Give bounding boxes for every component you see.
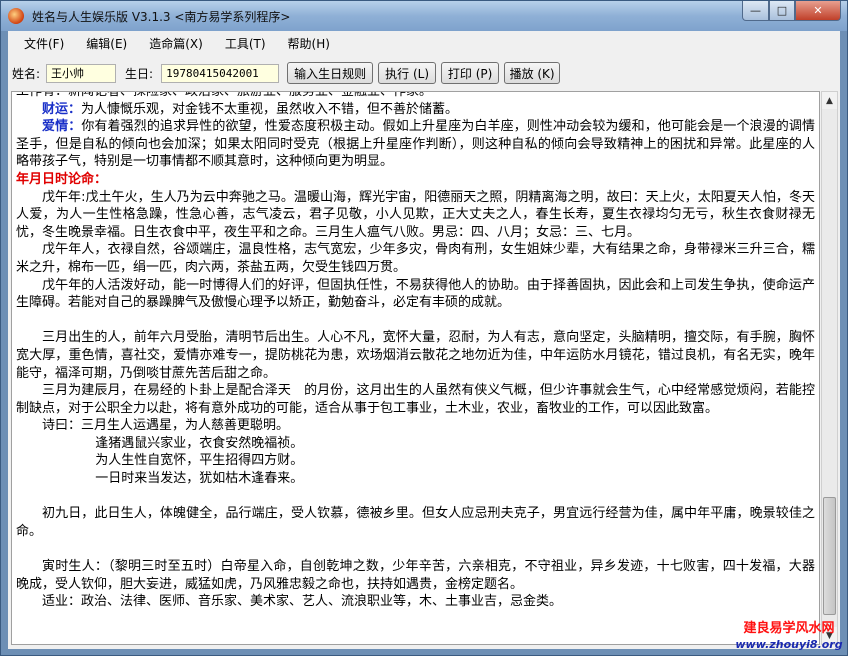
watermark-title: 建良易学风水网 (743, 621, 835, 636)
run-button[interactable]: 执行 (L) (378, 62, 437, 84)
window-title: 姓名与人生娱乐版 V3.1.3 <南方易学系列程序> (32, 9, 291, 24)
play-button[interactable]: 播放 (K) (504, 62, 561, 84)
love-label: 爱情： (42, 119, 82, 135)
wealth-text: 为人慷慨乐观，对金钱不太重视，虽然收入不错，但不善於储蓄。 (81, 101, 459, 117)
watermark-url: www.zhouyi8.org (735, 638, 843, 651)
watermark: 建良易学风水网 www.zhouyi8.org (731, 621, 847, 655)
birth-rule-button[interactable]: 输入生日规则 (287, 62, 374, 84)
menu-file[interactable]: 文件(F) (16, 35, 72, 52)
app-icon (8, 8, 24, 24)
maximize-icon: □ (776, 4, 788, 17)
occupation-line: 工作有：新闻记者、探险家、政治家、旅游业、服务业、金融业、作家。 (16, 91, 433, 99)
poem-line: 逢猪遇鼠兴家业，衣食安然晚福祯。 (95, 435, 304, 451)
poem-line: 诗曰：三月生人运遇星，为人慈善更聪明。 (42, 418, 290, 434)
print-button[interactable]: 打印 (P) (441, 62, 500, 84)
paragraph-hour: 寅时生人：（黎明三时至五时）白帝星入命，自创乾坤之数，少年辛苦，六亲相克，不守祖… (16, 559, 815, 592)
window-controls: — □ ✕ (742, 1, 841, 21)
result-text-area[interactable]: 工作有：新闻记者、探险家、政治家、旅游业、服务业、金融业、作家。 财运：为人慷慨… (11, 91, 820, 645)
close-button[interactable]: ✕ (795, 1, 841, 21)
paragraph-career: 适业：政治、法律、医师、音乐家、美术家、艺人、流浪职业等，木、土事业吉，忌金类。 (42, 594, 563, 610)
paragraph-month-2: 三月为建辰月，在易经的卜卦上是配合泽天 的月份，这月出生的人虽然有侠义气概，但少… (16, 383, 815, 416)
name-input[interactable]: 王小帅 (46, 63, 117, 83)
menu-fate[interactable]: 造命篇(X) (141, 35, 211, 52)
poem-line: 一日时来当发达，犹如枯木逢春来。 (95, 471, 304, 487)
name-label: 姓名: (12, 66, 41, 81)
minimize-icon: — (750, 4, 761, 17)
client-area: 文件(F) 编辑(E) 造命篇(X) 工具(T) 帮助(H) 姓名: 王小帅 生… (8, 31, 840, 649)
menu-help[interactable]: 帮助(H) (280, 35, 338, 52)
love-text: 你有着强烈的追求异性的欲望，性爱态度积极主动。假如上升星座为白羊座，则性冲动会较… (16, 119, 815, 170)
paragraph-year-3: 戊午年的人活泼好动，能一时博得人们的好评，但固执任性，不易获得他人的协助。由于择… (16, 277, 815, 311)
scroll-thumb[interactable] (823, 497, 836, 615)
maximize-button[interactable]: □ (769, 1, 795, 21)
minimize-button[interactable]: — (742, 1, 769, 21)
paragraph-day: 初九日，此日生人，体魄健全，品行端庄，受人钦慕，德被乡里。但女人应忌刑夫克子，男… (16, 506, 815, 539)
scroll-up-button[interactable]: ▲ (822, 92, 837, 109)
wealth-paragraph: 财运：为人慷慨乐观，对金钱不太重视，虽然收入不错，但不善於储蓄。 (16, 101, 815, 119)
menu-bar: 文件(F) 编辑(E) 造命篇(X) 工具(T) 帮助(H) (8, 31, 840, 55)
app-window: 姓名与人生娱乐版 V3.1.3 <南方易学系列程序> — □ ✕ 文件(F) 编… (0, 0, 848, 656)
wealth-label: 财运： (42, 101, 82, 117)
birth-input[interactable]: 19780415042001 (161, 63, 280, 83)
vertical-scrollbar[interactable]: ▲ ▼ (821, 91, 838, 645)
paragraph-month: 三月出生的人，前年六月受胎，清明节后出生。人心不凡，宽怀大量，忍耐，为人有志，意… (16, 330, 815, 381)
section-heading: 年月日时论命： (16, 171, 108, 187)
close-icon: ✕ (813, 4, 823, 17)
toolbar: 姓名: 王小帅 生日: 19780415042001 输入生日规则 执行 (L)… (8, 58, 840, 88)
arrow-up-icon: ▲ (826, 95, 833, 106)
love-paragraph: 爱情：你有着强烈的追求异性的欲望，性爱态度积极主动。假如上升星座为白羊座，则性冲… (16, 118, 815, 171)
paragraph-year-2: 戊午年人，衣禄自然，谷颂端庄，温良性格，志气宽宏，少年多灾，骨肉有刑，女生姐妹少… (16, 242, 815, 275)
birth-label: 生日: (125, 66, 154, 81)
poem-line: 为人生性自宽怀，平生招得四方财。 (95, 453, 304, 469)
title-bar[interactable]: 姓名与人生娱乐版 V3.1.3 <南方易学系列程序> — □ ✕ (1, 1, 847, 31)
menu-tools[interactable]: 工具(T) (217, 35, 274, 52)
paragraph-year: 戊午年:戊土午火，生人乃为云中奔驰之马。温暖山海，辉光宇宙，阳德丽天之照，阴精离… (16, 189, 815, 240)
menu-edit[interactable]: 编辑(E) (78, 35, 135, 52)
